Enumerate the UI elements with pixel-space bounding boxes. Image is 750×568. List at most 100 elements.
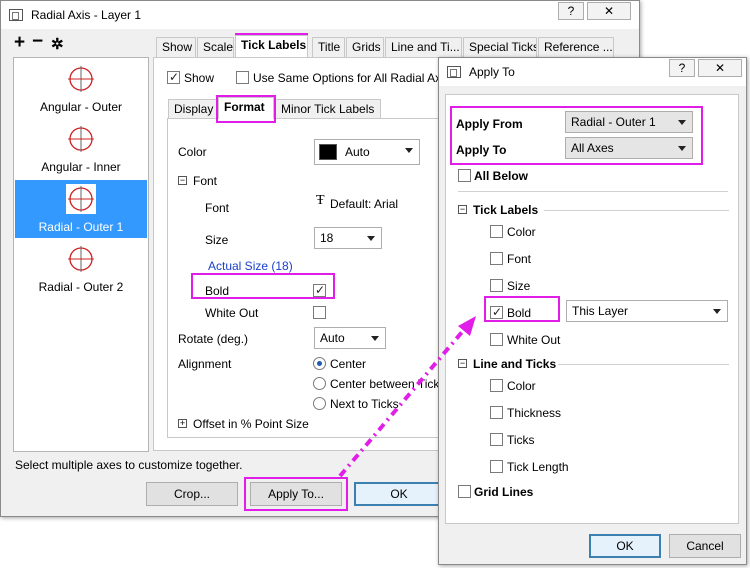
tab-5[interactable]: Line and Ti... <box>385 37 462 57</box>
axis-list-item-label: Radial - Outer 1 <box>38 220 124 234</box>
bold-row-highlight <box>191 273 335 299</box>
size-combo[interactable]: 18 <box>314 227 382 249</box>
alignment-option-label: Center <box>330 357 367 371</box>
axis-list-item[interactable]: Radial - Outer 1 <box>15 180 147 238</box>
grid-lines-checkbox[interactable] <box>458 485 471 498</box>
remove-axis-icon[interactable]: − <box>32 32 43 52</box>
tab-6[interactable]: Special Ticks <box>463 37 537 57</box>
chevron-down-icon <box>371 336 379 341</box>
chevron-down-icon <box>405 148 413 153</box>
chevron-down-icon <box>713 309 721 314</box>
tick-label-item-checkbox[interactable] <box>490 252 503 265</box>
axis-thumbnail-icon <box>66 184 96 214</box>
apply-titlebar: Apply To ? ✕ <box>439 58 746 86</box>
add-axis-icon[interactable]: + <box>14 33 25 53</box>
tick-label-item-label: Color <box>507 225 536 239</box>
tick-label-item-checkbox[interactable] <box>490 333 503 346</box>
bold-scope-combo[interactable]: This Layer <box>566 300 728 322</box>
color-combo[interactable]: Auto <box>314 139 420 165</box>
rotate-combo[interactable]: Auto <box>314 327 386 349</box>
axis-list-item[interactable]: Radial - Outer 2 <box>15 240 147 298</box>
tick-label-item-label: White Out <box>507 333 561 347</box>
settings-gear-icon[interactable]: ✲ <box>51 35 64 53</box>
axis-list-item-label: Angular - Inner <box>41 160 121 174</box>
actual-size-link[interactable]: Actual Size (18) <box>208 259 293 273</box>
chevron-down-icon <box>367 236 375 241</box>
line-ticks-item-label: Thickness <box>507 406 562 420</box>
all-below-label: All Below <box>474 169 529 183</box>
all-below-checkbox[interactable] <box>458 169 471 182</box>
axis-list-item[interactable]: Angular - Outer <box>15 60 147 118</box>
main-help-button[interactable]: ? <box>558 2 584 20</box>
line-ticks-item-checkbox[interactable] <box>490 433 503 446</box>
main-titlebar: Radial Axis - Layer 1 ? ✕ <box>1 1 639 29</box>
crop-button[interactable]: Crop... <box>146 482 238 506</box>
tab-0[interactable]: Show <box>156 37 196 57</box>
dialog-icon <box>447 66 461 78</box>
main-ok-button[interactable]: OK <box>354 482 444 506</box>
axis-list-item[interactable]: Angular - Inner <box>15 120 147 178</box>
axis-list: Angular - Outer Angular - Inner Radial - O… <box>13 57 149 452</box>
tab-1[interactable]: Scale <box>197 37 234 57</box>
line-ticks-item-checkbox[interactable] <box>490 460 503 473</box>
line-ticks-item-checkbox[interactable] <box>490 379 503 392</box>
show-checkbox[interactable] <box>167 70 180 84</box>
line-ticks-item-label: Tick Length <box>507 460 569 474</box>
apply-help-button[interactable]: ? <box>669 59 695 77</box>
font-type-icon: Ŧ <box>316 193 325 208</box>
offset-label: Offset in % Point Size <box>193 417 309 431</box>
tick-label-item-label: Font <box>507 252 532 266</box>
alignment-radio[interactable] <box>313 357 326 370</box>
color-swatch <box>319 144 337 160</box>
tab-3[interactable]: Title <box>312 37 345 57</box>
subtab-0[interactable]: Display <box>168 99 218 119</box>
tick-label-item-label: Size <box>507 279 531 293</box>
subtab-2[interactable]: Minor Tick Labels <box>275 99 381 119</box>
color-value: Auto <box>345 145 370 159</box>
same-options-checkbox[interactable] <box>236 71 249 84</box>
font-label: Font <box>205 201 230 215</box>
window-icon <box>9 9 23 21</box>
apply-close-button[interactable]: ✕ <box>698 59 742 77</box>
tick-labels-collapse-icon[interactable]: − <box>458 205 467 214</box>
separator <box>558 364 729 365</box>
status-text: Select multiple axes to customize togeth… <box>15 458 243 472</box>
apply-ok-button[interactable]: OK <box>589 534 661 558</box>
font-value[interactable]: Default: Arial <box>330 197 398 211</box>
alignment-label: Alignment <box>178 357 232 371</box>
line-ticks-group-label: Line and Ticks <box>473 357 557 371</box>
show-label: Show <box>184 71 215 85</box>
line-ticks-item-checkbox[interactable] <box>490 406 503 419</box>
apply-bold-highlight <box>484 296 560 322</box>
apply-cancel-button[interactable]: Cancel <box>669 534 741 558</box>
alignment-radio[interactable] <box>313 397 326 410</box>
font-group-label: Font <box>193 174 218 188</box>
apply-from-to-highlight <box>450 106 703 165</box>
apply-to-dialog: Apply To ? ✕ Apply From Radial - Outer 1… <box>438 57 747 565</box>
color-label: Color <box>178 145 207 159</box>
main-window-title: Radial Axis - Layer 1 <box>31 8 142 22</box>
offset-expand-icon[interactable]: + <box>178 419 187 428</box>
tab-7[interactable]: Reference ... <box>538 37 614 57</box>
size-value: 18 <box>320 231 334 245</box>
main-close-button[interactable]: ✕ <box>587 2 631 20</box>
tick-label-item-checkbox[interactable] <box>490 225 503 238</box>
tick-label-item-checkbox[interactable] <box>490 279 503 292</box>
line-ticks-collapse-icon[interactable]: − <box>458 359 467 368</box>
whiteout-label: White Out <box>205 306 259 320</box>
rotate-label: Rotate (deg.) <box>178 332 249 346</box>
axis-thumbnail-icon <box>66 64 96 94</box>
apply-content: Apply From Radial - Outer 1 Apply To All… <box>445 94 739 524</box>
tab-4[interactable]: Grids <box>346 37 384 57</box>
font-collapse-icon[interactable]: − <box>178 176 187 185</box>
bold-scope-value: This Layer <box>572 304 629 318</box>
axis-list-item-label: Angular - Outer <box>39 100 123 114</box>
size-label: Size <box>205 233 229 247</box>
format-subtab-highlight <box>216 95 276 123</box>
tab-2[interactable]: Tick Labels <box>235 35 308 57</box>
line-ticks-item-label: Ticks <box>507 433 535 447</box>
alignment-option-label: Next to Ticks <box>330 397 399 411</box>
whiteout-checkbox[interactable] <box>313 306 326 319</box>
apply-dialog-title: Apply To <box>469 65 515 79</box>
alignment-radio[interactable] <box>313 377 326 390</box>
